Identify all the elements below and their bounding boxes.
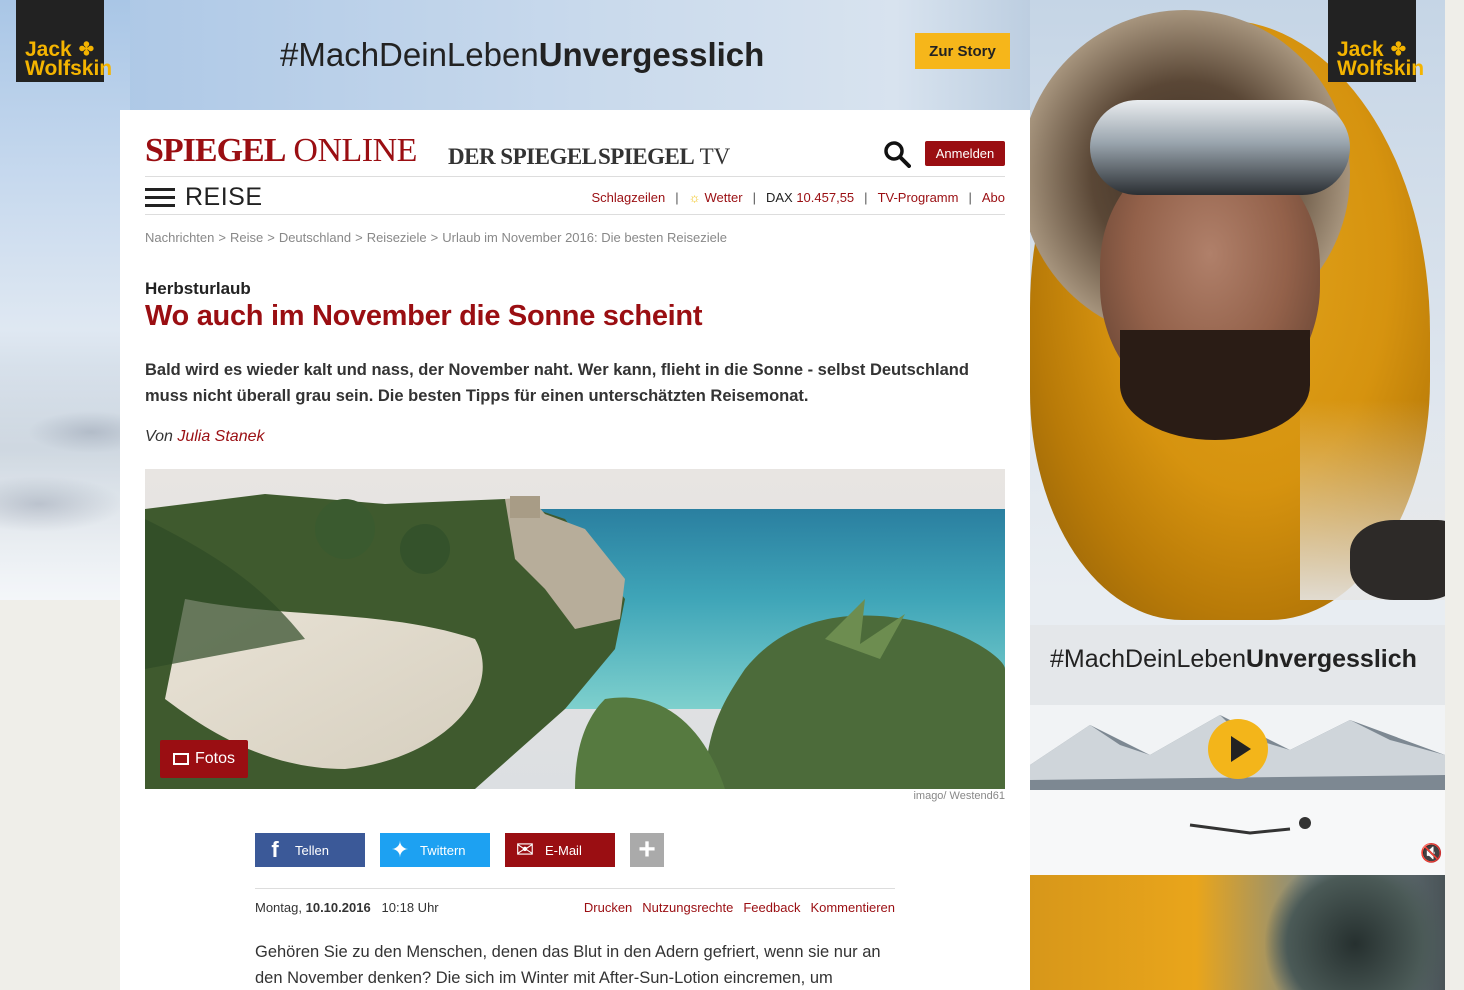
section-title[interactable]: REISE <box>185 183 263 212</box>
nav-separator: | <box>752 190 756 205</box>
breadcrumb-separator: > <box>267 230 275 245</box>
divider <box>145 176 1005 177</box>
nav-wetter[interactable]: ☼ Wetter <box>689 190 743 205</box>
nav-wetter-label: Wetter <box>704 190 743 205</box>
article-headline: Wo auch im November die Sonne scheint <box>145 300 703 332</box>
fotos-label: Fotos <box>194 750 235 767</box>
article-column: SPIEGEL ONLINE DER SPIEGEL SPIEGEL TV An… <box>120 110 1030 990</box>
breadcrumb-current: Urlaub im November 2016: Die besten Reis… <box>442 230 727 245</box>
share-email-button[interactable]: ✉ E-Mail <box>505 833 615 867</box>
share-email-label: E-Mail <box>545 842 582 858</box>
video-hashtag-bold: Unvergesslich <box>1245 645 1417 673</box>
logo-tv-word: TV <box>699 144 731 169</box>
date-prefix: Montag, <box>255 900 302 915</box>
brand-line2: Wolfskin <box>1337 57 1425 80</box>
breadcrumb-item[interactable]: Nachrichten <box>145 230 214 245</box>
action-feedback[interactable]: Feedback <box>743 900 800 915</box>
logo-online-word: ONLINE <box>293 132 417 169</box>
hamburger-menu-icon[interactable] <box>145 188 175 208</box>
breadcrumb-separator: > <box>430 230 439 245</box>
spiegel-online-logo[interactable]: SPIEGEL ONLINE <box>145 132 417 170</box>
divider <box>255 888 895 889</box>
ad-hashtag-bold: Unvergesslich <box>538 36 765 73</box>
share-more-button[interactable]: + <box>630 833 664 867</box>
facebook-icon: f <box>271 837 279 862</box>
ad-hashtag-regular: #MachDeinLeben <box>280 36 539 73</box>
share-twitter-label: Twittern <box>420 842 466 858</box>
breadcrumb: Nachrichten > Reise > Deutschland > Reiseziele… <box>145 230 727 245</box>
paw-icon: ✤ <box>78 39 94 59</box>
photo-credit: imago/ Westend61 <box>913 790 1005 802</box>
byline-prefix: Von <box>145 428 173 445</box>
twitter-icon: ✦ <box>390 837 410 862</box>
jack-wolfskin-logo-right[interactable]: Jack Wolfskin ✤ <box>1328 0 1425 82</box>
action-kommentieren[interactable]: Kommentieren <box>810 900 895 915</box>
speaker-muted-icon[interactable]: 🔇 <box>1420 843 1442 864</box>
article-date: 10.10.2016 <box>305 900 371 915</box>
ad-background-left[interactable] <box>0 0 130 600</box>
nav-separator: | <box>675 190 679 205</box>
sun-icon: ☼ <box>688 190 701 205</box>
article-time: 10:18 Uhr <box>381 900 439 915</box>
dax-value: 10.457,55 <box>796 190 855 205</box>
nav-dax[interactable]: DAX 10.457,55 <box>766 190 854 205</box>
logo-tv-spiegel: SPIEGEL <box>598 144 695 169</box>
share-twitter-button[interactable]: ✦ Twittern <box>380 833 490 867</box>
envelope-icon: ✉ <box>515 837 535 862</box>
login-button[interactable]: Anmelden <box>925 141 1005 166</box>
share-facebook-label: Tellen <box>295 842 329 858</box>
logo-spiegel-word: SPIEGEL <box>145 132 286 169</box>
dax-label: DAX <box>765 190 793 205</box>
fotos-button[interactable]: Fotos <box>160 740 248 778</box>
nav-schlagzeilen[interactable]: Schlagzeilen <box>591 190 665 205</box>
video-ad-hashtag: #MachDeinLebenUnvergesslich <box>1050 645 1417 674</box>
zur-story-button[interactable]: Zur Story <box>915 33 1010 69</box>
search-icon[interactable] <box>883 140 911 168</box>
byline: Von Julia Stanek <box>145 428 265 446</box>
author-link[interactable]: Julia Stanek <box>177 428 264 445</box>
action-nutzungsrechte[interactable]: Nutzungsrechte <box>642 900 733 915</box>
ad-hashtag[interactable]: #MachDeinLebenUnvergesslich <box>280 36 764 74</box>
nav-separator: | <box>968 190 972 205</box>
article-dateline: Montag, 10.10.2016 10:18 Uhr <box>255 900 439 915</box>
share-facebook-button[interactable]: f Tellen <box>255 833 365 867</box>
breadcrumb-item[interactable]: Reiseziele <box>367 230 427 245</box>
divider <box>145 214 1005 215</box>
breadcrumb-separator: > <box>355 230 363 245</box>
play-button[interactable] <box>1208 719 1268 779</box>
breadcrumb-separator: > <box>218 230 226 245</box>
explorer-glove <box>1350 520 1445 600</box>
nav-abo[interactable]: Abo <box>982 190 1005 205</box>
explorer-beard <box>1120 330 1310 440</box>
article-kicker: Herbsturlaub <box>145 279 251 298</box>
paw-icon: ✤ <box>1390 39 1406 59</box>
breadcrumb-item[interactable]: Deutschland <box>279 230 351 245</box>
ad-lower-image <box>1030 875 1445 990</box>
jack-wolfskin-logo-left[interactable]: Jack Wolfskin ✤ <box>16 0 113 82</box>
action-drucken[interactable]: Drucken <box>584 900 632 915</box>
top-navigation: Schlagzeilen | ☼ Wetter | DAX 10.457,55 | TV-Pr… <box>591 190 1005 205</box>
nav-separator: | <box>864 190 868 205</box>
article-body: Gehören Sie zu den Menschen, denen das B… <box>255 943 881 987</box>
breadcrumb-item[interactable]: Reise <box>230 230 263 245</box>
hero-image[interactable] <box>145 469 1005 789</box>
article-teaser: Bald wird es wieder kalt und nass, der N… <box>145 361 969 405</box>
image-icon <box>172 753 189 765</box>
article-actions: Drucken Nutzungsrechte Feedback Kommentiere… <box>574 900 895 915</box>
spiegel-tv-logo[interactable]: SPIEGEL TV <box>598 144 730 170</box>
video-ad[interactable]: #MachDeinLebenUnvergesslich 🔇 <box>1030 625 1445 875</box>
video-hashtag-regular: #MachDeinLeben <box>1050 645 1246 673</box>
der-spiegel-logo[interactable]: DER SPIEGEL <box>448 144 597 170</box>
nav-tv-programm[interactable]: TV-Programm <box>878 190 959 205</box>
brand-line2: Wolfskin <box>25 57 113 80</box>
page-gutter <box>1445 0 1464 990</box>
explorer-goggles <box>1090 100 1350 195</box>
